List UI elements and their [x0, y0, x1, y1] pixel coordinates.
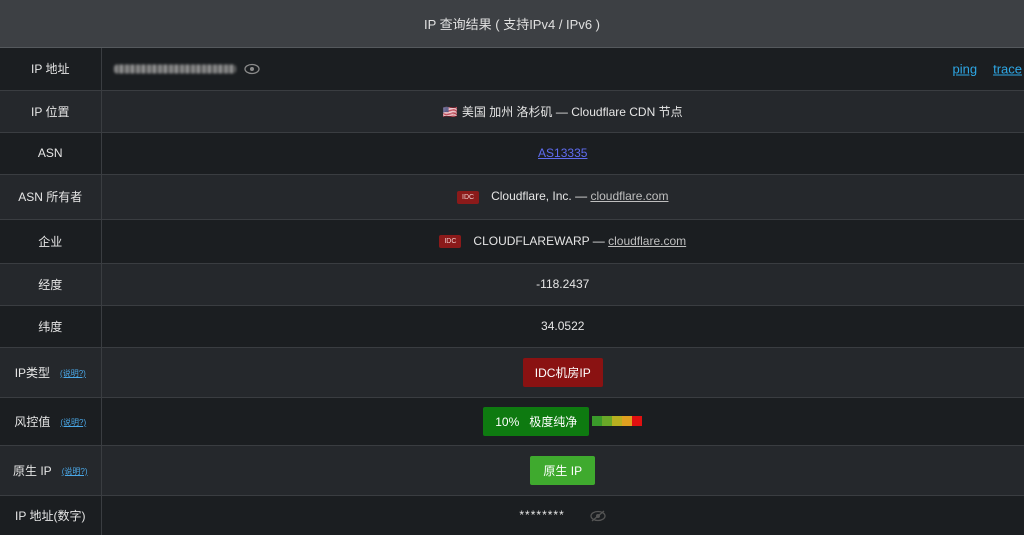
label-longitude: 经度 — [0, 263, 102, 306]
row-longitude: 经度 -118.2437 — [0, 263, 1024, 306]
row-ip-location: IP 位置 🇺🇸 美国 加州 洛杉矶 — Cloudflare CDN 节点 — [0, 90, 1024, 133]
label-ip-address: IP 地址 — [0, 48, 102, 91]
risk-scale-bar — [592, 416, 643, 426]
value-risk: 10% 极度纯净 — [101, 397, 1024, 446]
company-name: CLOUDFLAREWARP — — [473, 233, 609, 248]
risk-help-link[interactable]: (说明?) — [60, 418, 86, 427]
asn-owner-domain-link[interactable]: cloudflare.com — [590, 189, 668, 203]
asn-link[interactable]: AS13335 — [538, 146, 587, 160]
ip-type-help-link[interactable]: (说明?) — [60, 369, 86, 378]
idc-badge: IDC — [439, 235, 462, 249]
value-native-ip: 原生 IP — [101, 445, 1024, 496]
label-ip-location: IP 位置 — [0, 90, 102, 133]
label-asn: ASN — [0, 132, 102, 175]
company-domain-link[interactable]: cloudflare.com — [608, 234, 686, 248]
risk-badge: 10% 极度纯净 — [483, 406, 590, 436]
risk-label-text: 风控值 — [14, 414, 51, 429]
label-asn-owner: ASN 所有者 — [0, 174, 102, 220]
results-title: IP 查询结果 ( 支持IPv4 / IPv6 ) — [423, 17, 600, 32]
native-ip-label-text: 原生 IP — [13, 463, 52, 478]
row-ip-numeric: IP 地址(数字) ******** — [0, 495, 1024, 535]
trace-link[interactable]: trace — [993, 61, 1022, 76]
us-flag-icon: 🇺🇸 — [442, 104, 458, 119]
row-latitude: 纬度 34.0522 — [0, 305, 1024, 348]
blurred-ip-value — [113, 64, 236, 74]
results-header: IP 查询结果 ( 支持IPv4 / IPv6 ) — [0, 0, 1024, 48]
ping-link[interactable]: ping — [953, 61, 978, 76]
value-longitude: -118.2437 — [101, 263, 1024, 306]
value-ip-type: IDC机房IP — [101, 347, 1024, 398]
label-ip-type: IP类型 (说明?) — [0, 347, 102, 398]
label-ip-numeric: IP 地址(数字) — [0, 495, 102, 535]
row-asn: ASN AS13335 — [0, 132, 1024, 175]
value-ip-address: ping trace — [101, 48, 1024, 91]
value-asn-owner: IDC Cloudflare, Inc. — cloudflare.com — [101, 174, 1024, 220]
row-native-ip: 原生 IP (说明?) 原生 IP — [0, 445, 1024, 496]
row-asn-owner: ASN 所有者 IDC Cloudflare, Inc. — cloudflare… — [0, 174, 1024, 220]
label-native-ip: 原生 IP (说明?) — [0, 445, 102, 496]
location-text: 美国 加州 洛杉矶 — Cloudflare CDN 节点 — [461, 104, 683, 119]
ip-info-table: IP 地址 ping trace IP 位置 🇺🇸 美国 加州 洛杉矶 — Clo… — [0, 48, 1024, 535]
eye-icon[interactable] — [243, 63, 260, 74]
eye-off-icon[interactable] — [590, 510, 606, 522]
value-company: IDC CLOUDFLAREWARP — cloudflare.com — [101, 219, 1024, 264]
risk-scale-segment — [632, 416, 643, 426]
row-risk: 风控值 (说明?) 10% 极度纯净 — [0, 397, 1024, 446]
value-ip-location: 🇺🇸 美国 加州 洛杉矶 — Cloudflare CDN 节点 — [101, 90, 1024, 133]
asn-owner-name: Cloudflare, Inc. — — [491, 189, 591, 204]
risk-scale-segment — [602, 416, 613, 426]
ip-type-badge: IDC机房IP — [522, 357, 603, 387]
label-latitude: 纬度 — [0, 305, 102, 348]
risk-scale-segment — [592, 416, 603, 426]
ip-type-label-text: IP类型 — [14, 365, 51, 380]
value-ip-numeric: ******** — [101, 495, 1024, 535]
value-latitude: 34.0522 — [101, 305, 1024, 348]
idc-badge: IDC — [457, 190, 480, 204]
risk-scale-segment — [622, 416, 633, 426]
label-risk: 风控值 (说明?) — [0, 397, 102, 446]
label-company: 企业 — [0, 219, 102, 264]
row-ip-type: IP类型 (说明?) IDC机房IP — [0, 347, 1024, 398]
masked-ip-numeric: ******** — [519, 508, 565, 522]
row-company: 企业 IDC CLOUDFLAREWARP — cloudflare.com — [0, 219, 1024, 264]
row-ip-address: IP 地址 ping trace — [0, 48, 1024, 91]
native-ip-badge: 原生 IP — [530, 455, 596, 485]
value-asn: AS13335 — [101, 132, 1024, 175]
risk-scale-segment — [612, 416, 623, 426]
native-ip-help-link[interactable]: (说明?) — [62, 467, 88, 476]
